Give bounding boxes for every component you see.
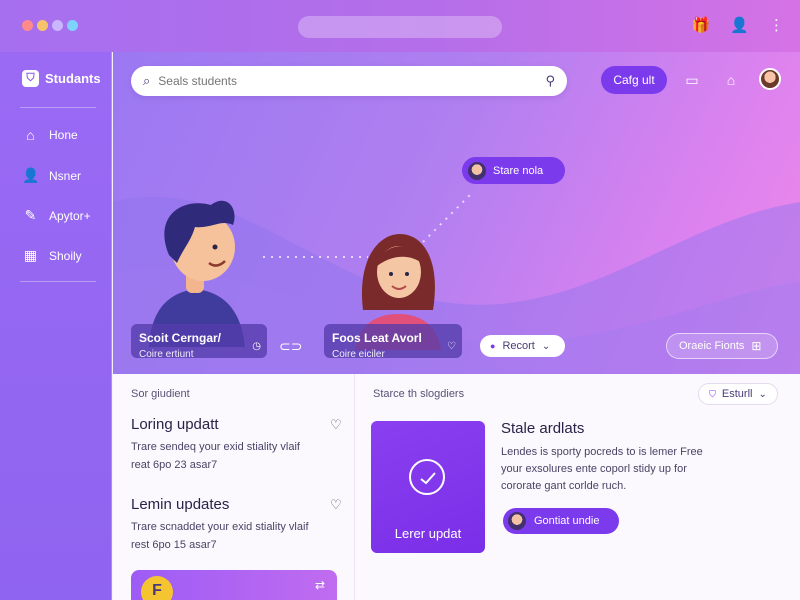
search-bar[interactable]: ⌕ ⚲ <box>131 66 567 96</box>
topbar-icons: 🎁 👤 ⋮ <box>692 17 784 35</box>
update-line: Trare scnaddet your exid stiality vlaif <box>131 521 309 533</box>
sidebar-item-label: Apytor+ <box>49 208 91 223</box>
update-body: Trare sendeq your exid stiality vlaif re… <box>131 438 336 474</box>
feature-line: cororate gant corlde ruch. <box>501 480 627 492</box>
filter-value: Esturll <box>721 388 753 400</box>
heart-icon: ♡ <box>447 341 456 352</box>
gift-icon: ⊞ <box>751 339 762 353</box>
share-note-label: Stare nola <box>493 164 544 177</box>
heart-icon[interactable]: ♡ <box>330 497 342 513</box>
grid-icon: ▦ <box>23 247 38 263</box>
address-bar[interactable] <box>298 16 502 38</box>
link-icon[interactable]: ⊂⊃ <box>279 338 302 355</box>
filter-dropdown[interactable]: ⛉ Esturll ⌄ <box>698 383 778 405</box>
avatar <box>508 512 526 530</box>
sidebar-item-apply[interactable]: ✎ Apytor+ <box>22 207 91 224</box>
student-card[interactable]: Foos Leat Avorl Coire eiciler ♡ <box>324 324 462 360</box>
student-card[interactable]: Scoit Cerngar/ Coire ertiunt ◷ <box>131 324 267 360</box>
user-icon: 👤 <box>22 167 40 183</box>
share-note-pill[interactable]: Stare nola <box>462 157 565 184</box>
primary-action-button[interactable]: Cafg ult <box>601 66 667 94</box>
avatar[interactable] <box>759 68 781 90</box>
updates-column: Sor giudient Loring updatt ♡ Trare sende… <box>113 374 355 600</box>
search-icon: ⌕ <box>143 73 151 88</box>
feature-line: your exsolures ente coporl stidy up for <box>501 463 687 475</box>
fullscreen-window-dot[interactable] <box>67 20 78 31</box>
shield-icon: ⛉ <box>709 388 716 399</box>
bag-icon[interactable]: ⌂ <box>720 69 742 91</box>
sidebar-item-label: Hone <box>49 128 78 142</box>
student-name: Foos Leat Avorl <box>332 331 422 345</box>
sidebar-item-label: Nsner <box>49 168 82 183</box>
record-icon: ● <box>490 341 496 351</box>
section-label: Sor giudient <box>131 388 190 400</box>
record-pill[interactable]: ● Recort ⌄ <box>480 335 565 357</box>
check-icon <box>409 459 445 495</box>
student-subtitle: Coire eiciler <box>332 349 385 360</box>
heart-icon[interactable]: ♡ <box>330 417 342 433</box>
gift-icon[interactable]: 🎁 <box>692 17 711 35</box>
hero-banner: ⌕ ⚲ Cafg ult ▭ ⌂ Stare nola Scoit Cernga… <box>113 52 800 374</box>
feature-line: Lendes is sporty pocreds to is lemer Fre… <box>501 446 703 458</box>
update-line: Trare sendeq your exid stiality vlaif <box>131 441 300 453</box>
create-fonts-label: Oraeic Fionts <box>679 340 745 352</box>
feature-body: Lendes is sporty pocreds to is lemer Fre… <box>501 444 741 495</box>
bottom-card[interactable]: F ⇄ <box>131 570 337 600</box>
update-line: reat 6po 23 asar7 <box>131 459 218 471</box>
sidebar: ⛉ Studants ⌂ Hone 👤 Nsner ✎ Apytor+ ▦ Sh… <box>0 52 112 600</box>
brand-name: Studants <box>45 71 101 86</box>
tile-label: Lerer updat <box>394 526 462 541</box>
mic-icon[interactable]: ⚲ <box>545 73 555 89</box>
brand[interactable]: ⛉ Studants <box>22 70 101 87</box>
clock-icon: ◷ <box>252 341 261 352</box>
update-line: rest 6po 15 asar7 <box>131 539 217 551</box>
update-tile[interactable]: Lerer updat <box>371 421 485 553</box>
create-fonts-pill[interactable]: Oraeic Fionts ⊞ <box>666 333 778 359</box>
user-icon[interactable]: 👤 <box>730 17 749 35</box>
feature-action-label: Gontiat undie <box>534 515 600 527</box>
feature-action-button[interactable]: Gontiat undie <box>503 508 619 534</box>
sidebar-item-label: Shoily <box>49 248 82 263</box>
maximize-window-dot[interactable] <box>52 20 63 31</box>
update-title[interactable]: Lemin updates <box>131 496 229 513</box>
inbox-icon[interactable]: ▭ <box>681 69 703 91</box>
badge-icon: F <box>141 576 173 600</box>
student-name: Scoit Cerngar/ <box>139 331 222 345</box>
sidebar-item-home[interactable]: ⌂ Hone <box>22 127 78 143</box>
pencil-icon: ✎ <box>24 207 37 223</box>
feature-title: Stale ardlats <box>501 420 585 437</box>
more-vertical-icon[interactable]: ⋮ <box>769 17 784 35</box>
minimize-window-dot[interactable] <box>37 20 48 31</box>
close-window-dot[interactable] <box>22 20 33 31</box>
window-topbar: 🎁 👤 ⋮ <box>0 0 800 52</box>
chevron-down-icon: ⌄ <box>541 340 551 352</box>
window-controls <box>22 20 78 31</box>
avatar <box>468 161 486 180</box>
sidebar-item-users[interactable]: 👤 Nsner <box>22 167 81 184</box>
home-icon: ⌂ <box>26 127 35 143</box>
update-body: Trare scnaddet your exid stiality vlaif … <box>131 518 336 554</box>
sidebar-divider <box>20 281 96 282</box>
search-input[interactable] <box>158 74 546 88</box>
sidebar-divider <box>20 107 96 108</box>
student-subtitle: Coire ertiunt <box>139 349 194 360</box>
section-label: Starce th slogdiers <box>373 388 465 400</box>
record-label: Recort <box>502 340 535 352</box>
brand-logo-icon: ⛉ <box>22 70 39 87</box>
update-title[interactable]: Loring updatt <box>131 416 219 433</box>
share-icon[interactable]: ⇄ <box>315 578 325 592</box>
updates-panel: Sor giudient Loring updatt ♡ Trare sende… <box>113 374 800 600</box>
chevron-down-icon: ⌄ <box>758 388 767 400</box>
sidebar-item-study[interactable]: ▦ Shoily <box>22 247 82 264</box>
